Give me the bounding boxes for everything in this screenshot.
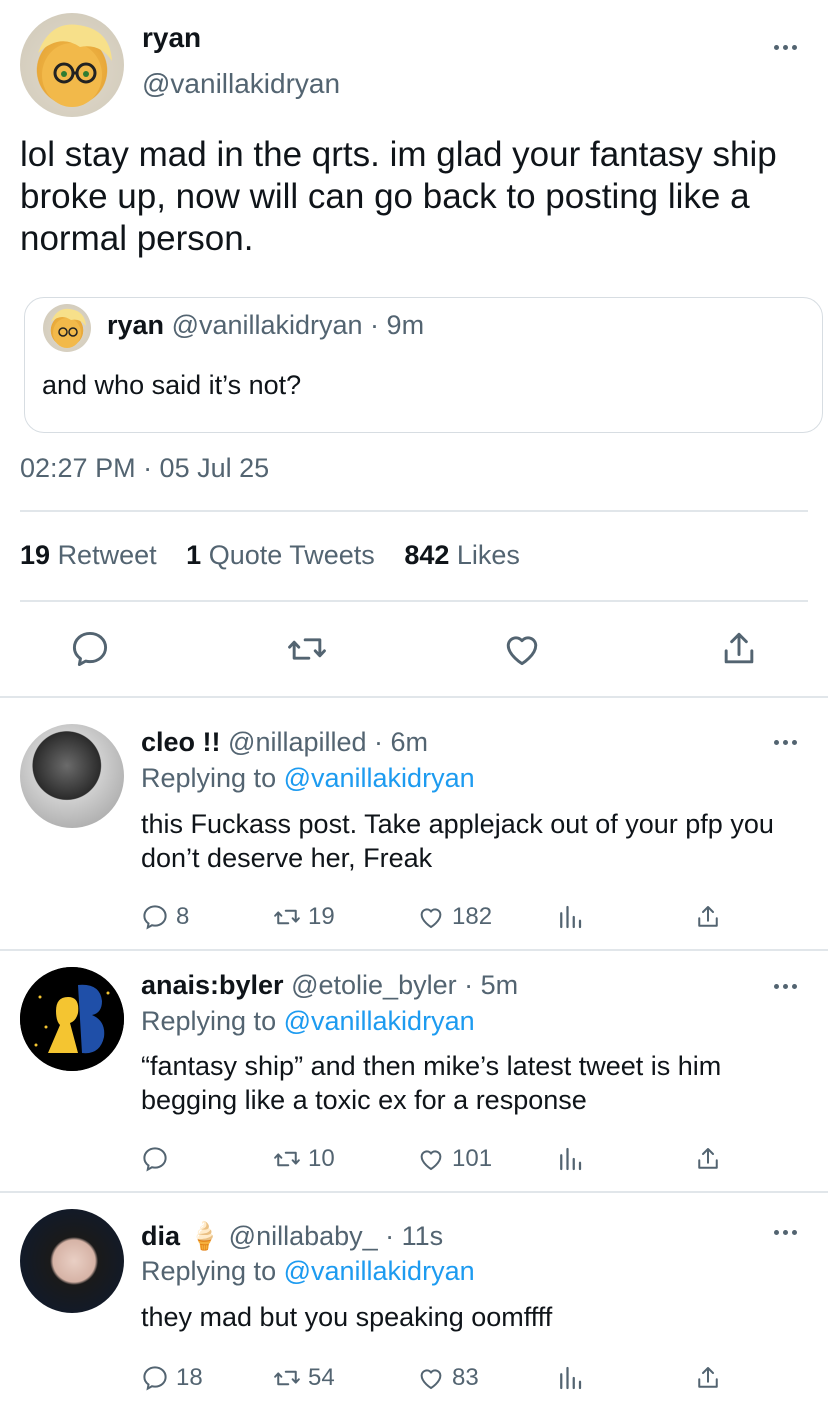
- reply-text: “fantasy ship” and then mike’s latest tw…: [141, 1051, 722, 1115]
- replying-to: Replying to @vanillakidryan: [141, 1256, 475, 1287]
- reply-text: this Fuckass post. Take applejack out of…: [141, 809, 774, 873]
- reply-header: anais:byler @etolie_byler · 5m: [141, 970, 518, 1001]
- retweet-label[interactable]: Retweet: [58, 540, 157, 570]
- retweet-count: 10: [308, 1145, 335, 1172]
- main-tweet: ryan @vanillakidryan lol stay mad in the…: [0, 0, 828, 697]
- share-icon[interactable]: [693, 1362, 729, 1394]
- reply-header: cleo !! @nillapilled · 6m: [141, 727, 428, 758]
- like-action[interactable]: 101: [416, 1143, 492, 1175]
- more-icon[interactable]: [772, 981, 800, 991]
- handle-time[interactable]: @nillababy_ · 11s: [229, 1221, 444, 1251]
- retweet-count: 54: [308, 1364, 335, 1391]
- heart-icon: [420, 908, 442, 929]
- like-action[interactable]: 83: [416, 1362, 479, 1394]
- quoted-text: and who said it’s not?: [42, 370, 302, 400]
- display-name[interactable]: ryan: [142, 22, 201, 54]
- replying-handle[interactable]: @vanillakidryan: [284, 1006, 475, 1036]
- retweet-count[interactable]: 19: [20, 540, 50, 570]
- quoted-tweet[interactable]: ryan @vanillakidryan · 9m and who said i…: [24, 297, 823, 433]
- like-action[interactable]: 182: [416, 901, 492, 933]
- like-count: 182: [452, 903, 493, 930]
- more-icon[interactable]: [772, 42, 800, 52]
- reply-action[interactable]: [140, 1143, 176, 1175]
- retweet-icon: [274, 909, 300, 925]
- quote-count[interactable]: 1: [186, 540, 201, 570]
- heart-icon[interactable]: [500, 627, 544, 671]
- reply-count: 18: [176, 1364, 203, 1391]
- like-count: 101: [452, 1145, 493, 1172]
- reply-icon: [143, 905, 167, 930]
- share-icon[interactable]: [693, 1143, 729, 1175]
- quoted-name: ryan: [107, 310, 165, 340]
- retweet-count: 19: [308, 903, 335, 930]
- reply-action[interactable]: 18: [140, 1362, 203, 1394]
- divider: [20, 510, 808, 512]
- timestamp[interactable]: 02:27 PM · 05 Jul 25: [20, 453, 269, 484]
- display-name[interactable]: cleo !!: [141, 727, 221, 757]
- like-count: 83: [452, 1364, 479, 1391]
- handle[interactable]: @vanillakidryan: [142, 68, 340, 100]
- handle-time[interactable]: @nillapilled · 6m: [228, 727, 428, 757]
- reply-count: 8: [176, 903, 190, 930]
- replying-label: Replying to: [141, 1256, 277, 1286]
- quoted-header: ryan @vanillakidryan · 9m: [107, 310, 424, 341]
- analytics-icon[interactable]: [555, 1362, 591, 1394]
- replying-handle[interactable]: @vanillakidryan: [284, 1256, 475, 1286]
- replying-label: Replying to: [141, 1006, 277, 1036]
- reply-text: they mad but you speaking oomffff: [141, 1302, 553, 1332]
- reply-icon: [143, 1147, 167, 1172]
- reply-icon: [143, 1366, 167, 1391]
- reply-tweet[interactable]: anais:byler @etolie_byler · 5m Replying …: [0, 950, 828, 1191]
- like-label[interactable]: Likes: [457, 540, 520, 570]
- reply-tweet[interactable]: cleo !! @nillapilled · 6m Replying to @v…: [0, 697, 828, 949]
- heart-icon: [420, 1150, 442, 1171]
- reply-action[interactable]: 8: [140, 901, 189, 933]
- handle-time[interactable]: @etolie_byler · 5m: [291, 970, 518, 1000]
- retweet-icon: [274, 1370, 300, 1386]
- replying-handle[interactable]: @vanillakidryan: [284, 763, 475, 793]
- analytics-icon[interactable]: [555, 901, 591, 933]
- avatar[interactable]: [20, 724, 124, 828]
- retweet-action[interactable]: 54: [272, 1362, 335, 1394]
- heart-icon: [420, 1369, 442, 1390]
- reply-icon[interactable]: [68, 627, 112, 671]
- reply-header: dia 🍦 @nillababy_ · 11s: [141, 1220, 443, 1252]
- display-name[interactable]: anais:byler: [141, 970, 284, 1000]
- replying-to: Replying to @vanillakidryan: [141, 763, 475, 794]
- retweet-icon: [274, 1151, 300, 1167]
- analytics-icon[interactable]: [555, 1143, 591, 1175]
- more-icon[interactable]: [772, 737, 800, 747]
- share-icon[interactable]: [717, 627, 761, 671]
- avatar[interactable]: [20, 1209, 124, 1313]
- tweet-text: lol stay mad in the qrts. im glad your f…: [20, 135, 777, 258]
- retweet-action[interactable]: 10: [272, 1143, 335, 1175]
- quoted-avatar: [43, 304, 91, 352]
- retweet-icon[interactable]: [285, 627, 329, 671]
- avatar[interactable]: [20, 967, 124, 1071]
- share-icon[interactable]: [693, 901, 729, 933]
- quoted-meta: @vanillakidryan · 9m: [171, 310, 425, 340]
- reply-tweet[interactable]: dia 🍦 @nillababy_ · 11s Replying to @van…: [0, 1192, 828, 1409]
- avatar[interactable]: [20, 13, 124, 117]
- like-count[interactable]: 842: [404, 540, 449, 570]
- replying-label: Replying to: [141, 763, 277, 793]
- more-icon[interactable]: [772, 1227, 800, 1237]
- display-name[interactable]: dia 🍦: [141, 1221, 221, 1251]
- replying-to: Replying to @vanillakidryan: [141, 1006, 475, 1037]
- quote-label[interactable]: Quote Tweets: [209, 540, 375, 570]
- engagement-stats: 19 Retweet 1 Quote Tweets 842 Likes: [20, 540, 520, 571]
- retweet-action[interactable]: 19: [272, 901, 335, 933]
- divider: [20, 600, 808, 602]
